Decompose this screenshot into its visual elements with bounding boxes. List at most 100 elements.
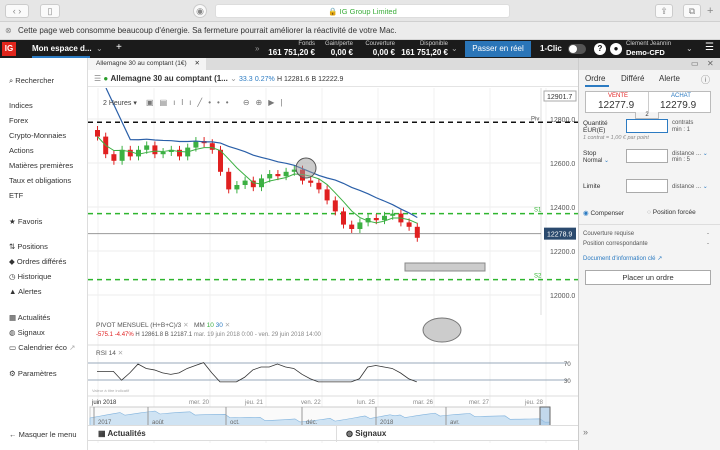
stop-type: Normal: [583, 158, 603, 164]
tab-signals[interactable]: ◍ Signaux: [346, 429, 386, 438]
user-icon[interactable]: ●: [610, 43, 622, 55]
sidebar-item-bonds[interactable]: Taux et obligations: [9, 176, 71, 185]
navigator-window-handle: [539, 406, 551, 427]
indicators-icon[interactable]: ılı: [173, 98, 197, 107]
go-live-button[interactable]: Passer en réel: [465, 41, 531, 57]
sell-price[interactable]: 12277.9: [598, 100, 634, 111]
close-icon[interactable]: ✕: [183, 322, 188, 329]
position-correspondante-label: Position correspondante: [583, 241, 648, 247]
sidebar-toggle-icon[interactable]: ▯: [40, 4, 60, 18]
limit-distance-select[interactable]: distance ... ⌄: [672, 183, 708, 190]
tab-ordre[interactable]: Ordre: [585, 74, 605, 83]
sidebar-item-crypto[interactable]: Crypto-Monnaies: [9, 131, 66, 140]
chevron-down-icon[interactable]: ⌄: [230, 74, 237, 83]
sidebar-item-calendar[interactable]: ▭ Calendrier éco ↗: [9, 343, 75, 352]
quantity-input[interactable]: [626, 119, 668, 133]
info-icon[interactable]: ⓘ: [701, 73, 710, 86]
url-bar[interactable]: 🔒 IG Group Limited: [215, 4, 510, 18]
day-high: H 12281.6: [276, 76, 310, 83]
url-text: IG Group Limited: [339, 7, 397, 16]
menu-icon[interactable]: ☰: [705, 42, 714, 53]
sidebar-item-etf[interactable]: ETF: [9, 191, 23, 200]
sidebar-item-news[interactable]: ▦ Actualités: [9, 313, 50, 322]
limit-input[interactable]: [626, 179, 668, 193]
close-icon[interactable]: ✕: [707, 59, 714, 68]
sidebar-item-actions[interactable]: Actions: [9, 146, 34, 155]
template-icon[interactable]: ▤: [160, 98, 174, 107]
gear-icon: ⚙: [9, 369, 16, 378]
one-click-toggle[interactable]: [568, 44, 586, 54]
sidebar-item-alerts[interactable]: ▲ Alertes: [9, 287, 41, 296]
share-icon[interactable]: ⇪: [655, 4, 673, 18]
sidebar-item-positions[interactable]: ⇅ Positions: [9, 242, 48, 251]
chart-tab[interactable]: Allemagne 30 au comptant (1€) ✕: [88, 58, 206, 70]
place-order-button[interactable]: Placer un ordre: [585, 270, 711, 285]
couverture-label: Couverture: [365, 41, 395, 47]
tab-label: Actualités: [107, 429, 146, 438]
skip-end-icon[interactable]: ▶|: [268, 98, 288, 107]
y-top-label: 12901.7: [547, 94, 572, 101]
order-ticket: ▭ ✕ Ordre Différé Alerte ⓘ VENTE 12277.9…: [578, 58, 720, 450]
sidebar-item-history[interactable]: ◷ Historique: [9, 272, 51, 281]
sidebar-item-signals[interactable]: ◍ Signaux: [9, 328, 45, 337]
close-icon[interactable]: ✕: [118, 350, 123, 357]
instrument-header: ☰ ● Allemagne 30 au comptant (1... ⌄ 33.…: [88, 70, 578, 87]
buy-price[interactable]: 12279.9: [660, 100, 696, 111]
sidebar-item-settings[interactable]: ⚙ Paramètres: [9, 369, 57, 378]
arrow-left-icon: ←: [9, 430, 17, 439]
workspace-tab[interactable]: Mon espace d...: [32, 44, 92, 53]
stop-input[interactable]: [626, 149, 668, 163]
add-workspace-icon[interactable]: +: [116, 42, 122, 53]
new-tab-icon[interactable]: +: [707, 5, 713, 17]
spread: 2: [635, 112, 659, 119]
kid-document-link[interactable]: Document d'information clé ↗: [583, 255, 662, 262]
help-icon[interactable]: ?: [594, 43, 606, 55]
close-icon[interactable]: ✕: [225, 322, 230, 329]
candle: [267, 174, 273, 179]
chevron-down-icon[interactable]: ⌄: [686, 44, 693, 53]
tab-alerte[interactable]: Alerte: [659, 74, 680, 83]
tab-underline: [585, 85, 609, 87]
instrument-name[interactable]: Allemagne 30 au comptant (1...: [110, 74, 227, 83]
news-icon: ▦: [9, 313, 17, 322]
hide-menu-button[interactable]: ← Masquer le menu: [9, 430, 77, 439]
close-icon[interactable]: ✕: [195, 60, 200, 67]
sidebar-item-favoris[interactable]: ★ Favoris: [9, 217, 42, 226]
zoom-in-icon[interactable]: ⊕: [256, 98, 269, 107]
expand-icon[interactable]: »: [583, 427, 588, 437]
period-change-pct: -4.47%: [114, 332, 134, 338]
more-icon[interactable]: •••: [208, 98, 234, 107]
timeframe-select[interactable]: 2 Heures ▾: [103, 99, 137, 107]
chart-type-icon[interactable]: ▣: [146, 98, 160, 107]
stop-type-select[interactable]: Normal ⌄: [583, 157, 609, 164]
chevron-down-icon[interactable]: ⌄: [451, 44, 458, 53]
tab-differe[interactable]: Différé: [621, 74, 644, 83]
shield-icon[interactable]: ◉: [193, 4, 207, 18]
draw-icon[interactable]: ╱: [197, 98, 208, 107]
sidebar-item-orders[interactable]: ◆ Ordres différés: [9, 257, 66, 266]
sidebar-label: Favoris: [17, 217, 43, 226]
period-high: H 12861.8: [135, 332, 164, 338]
price-chart[interactable]: 12800.0 12600.0 12400.0 12200.0 12000.0 12901…: [88, 88, 578, 450]
candle: [234, 185, 240, 190]
compenser-radio[interactable]: ◉ Compenser: [583, 209, 624, 217]
sidebar-search[interactable]: ⌕ Rechercher: [9, 76, 54, 86]
chevron-down-icon[interactable]: ⌄: [96, 44, 103, 53]
back-forward-buttons[interactable]: ‹ ›: [5, 4, 29, 18]
sidebar-item-indices[interactable]: Indices: [9, 101, 33, 110]
sidebar-item-forex[interactable]: Forex: [9, 116, 28, 125]
close-icon[interactable]: ⊗: [5, 22, 12, 40]
menu-icon[interactable]: ☰: [94, 74, 101, 83]
sidebar-item-commodities[interactable]: Matières premières: [9, 161, 73, 170]
candle: [226, 171, 232, 190]
period-low: B 12187.1: [164, 332, 193, 338]
position-forcee-radio[interactable]: ○ Position forcée: [647, 209, 696, 216]
maximize-icon[interactable]: ▭: [691, 59, 699, 68]
candle: [341, 211, 346, 225]
chart-toolbar[interactable]: ▣▤ılı╱••• ⊖⊕▶|: [146, 98, 288, 107]
zoom-out-icon[interactable]: ⊖: [243, 98, 256, 107]
tabs-icon[interactable]: ⧉: [683, 4, 701, 18]
tab-news[interactable]: ▦ Actualités: [98, 429, 146, 438]
pivot-period: MENSUEL: [117, 322, 149, 329]
stop-distance-select[interactable]: distance ... ⌄: [672, 150, 708, 157]
